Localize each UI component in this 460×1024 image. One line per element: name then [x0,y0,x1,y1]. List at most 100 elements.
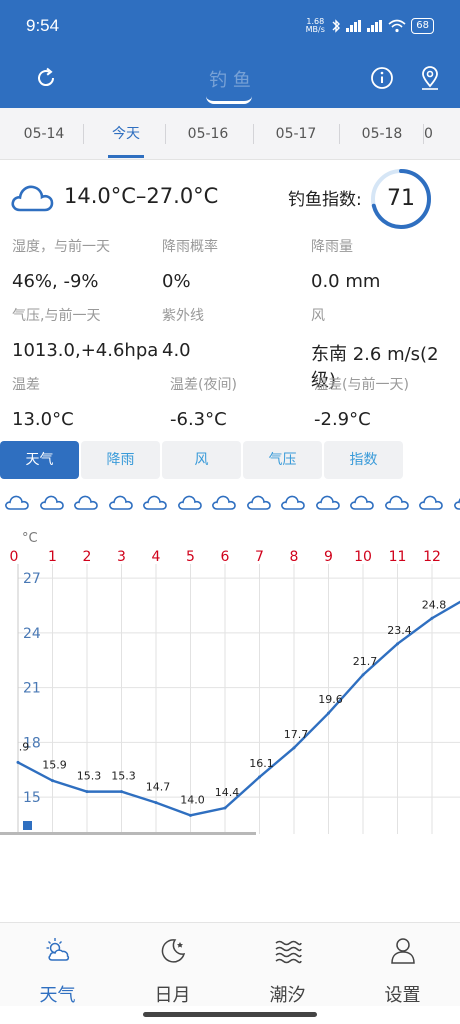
chart-data-label: 19.6 [318,693,343,706]
location-pin-icon [422,66,438,90]
chart-x-tick-label: 3 [117,549,126,565]
metric-label: 气压,与前一天 [12,308,101,324]
metric-label: 风 [311,308,325,324]
nav-label: 潮汐 [269,985,306,1006]
hourly-cloud-icon [212,495,236,510]
chart-data-point [154,801,158,805]
user-settings-icon [388,935,418,965]
nav-item-2[interactable]: 潮汐 [230,923,345,1007]
metric-value: 13.0°C [12,409,74,430]
app-header: 钓 鱼 [0,52,460,108]
bottom-navigation: 天气 日月 潮汐 设置 [0,922,460,1006]
tab-4[interactable]: 指数 [324,441,403,479]
hourly-cloud-icon [453,497,460,510]
hourly-cloud-icon [108,495,133,510]
metric-value: 46%, -9% [12,271,99,292]
nav-item-3[interactable]: 设置 [345,923,460,1007]
chart-x-tick-label: 10 [354,549,372,565]
weather-sun-cloud-icon [43,935,73,965]
status-bar: 9:54 1.68 MB/s 68 [0,0,460,52]
signal-icon [346,20,362,32]
temperature-chart: °C27242118150 1 2 3 4 5 6 7 8 9 10 11 12.915.915.3 15… [0,531,460,835]
hourly-cloud-icon [350,495,374,510]
metric-label: 降雨概率 [162,239,218,255]
chart-x-tick-label: 8 [290,549,299,565]
hourly-cloud-icon [39,495,64,510]
date-separator [165,124,166,144]
metric-label: 温差(与前一天) [314,377,409,393]
header-title: 钓 鱼 [209,70,251,91]
chart-x-tick-label: 11 [389,549,407,565]
chart-data-label: 15.3 [111,770,136,783]
chart-data-point [189,813,192,817]
nav-item-1[interactable]: 日月 [115,923,230,1007]
hourly-cloud-icon [143,495,167,510]
chart-legend-marker [23,821,32,830]
chart-data-point [396,642,399,646]
date-tab-1[interactable]: 今天 [84,108,168,160]
info-button[interactable] [364,60,400,96]
date-tab-2[interactable]: 05-16 [166,108,250,160]
hourly-cloud-icon [384,495,409,510]
chart-data-point [120,790,123,794]
chart-y-tick-label: 27 [23,571,41,587]
chart-data-point [51,779,54,783]
chart-data-label: 14.0 [180,793,205,806]
fishing-index-value: 71 [387,186,415,211]
chart-x-tick-label: 6 [221,549,230,565]
refresh-icon [38,67,55,87]
moon-icon [158,935,188,965]
cloud-icon [11,185,54,212]
tab-0[interactable]: 天气 [0,441,79,479]
tide-waves-icon [273,935,303,965]
tab-2[interactable]: 风 [162,441,241,479]
chart-data-label: 17.7 [284,728,309,741]
chart-data-point [292,746,296,750]
temperature-range: 14.0°C–27.0°C [64,184,219,208]
chart-scrollbar[interactable] [0,832,256,835]
chart-data-point [258,775,261,779]
hourly-cloud-icon [281,495,305,510]
date-tab-3[interactable]: 05-17 [254,108,338,160]
chart-data-label: .9 [19,740,30,753]
chart-tabs: 天气 降雨风气压 指数 [0,441,404,479]
chart-data-label: 15.9 [42,759,67,772]
top-app-bar: 9:54 1.68 MB/s 68 钓 鱼 [0,0,460,108]
metric-value: -6.3°C [170,409,227,430]
chart-x-tick-label: 0 [10,549,19,565]
date-tab-0[interactable]: 05-14 [2,108,86,160]
info-icon [371,67,393,89]
metric-value: 4.0 [162,340,191,361]
hourly-weather-icons [0,492,460,518]
bluetooth-icon [332,19,341,33]
metric-label: 湿度，与前一天 [12,239,110,255]
metric-value: -2.9°C [314,409,371,430]
hourly-cloud-icon [5,495,29,510]
tab-3[interactable]: 气压 [243,441,322,479]
chart-data-label: 16.1 [249,757,274,770]
chart-data-label: 21.7 [353,655,378,668]
chart-y-tick-label: 24 [23,626,41,642]
metric-label: 温差 [12,377,40,393]
chart-x-tick-label: 4 [152,549,161,565]
signal-icon [367,20,383,32]
hourly-cloud-icon [74,495,98,510]
chart-data-label: 14.7 [146,781,171,794]
metric-label: 温差(夜间) [170,377,237,393]
hourly-cloud-icon [246,495,271,510]
hourly-cloud-icon [419,495,443,510]
date-tab-5[interactable]: 0 [424,108,460,160]
refresh-button[interactable] [28,60,64,96]
nav-item-0[interactable]: 天气 [0,923,115,1007]
chart-data-label: 24.8 [422,598,447,611]
chart-data-point [361,673,365,677]
date-tab-4[interactable]: 05-18 [340,108,424,160]
chart-data-point [16,760,20,764]
chart-x-tick-label: 2 [83,549,92,565]
location-button[interactable] [412,60,448,96]
tab-1[interactable]: 降雨 [81,441,160,479]
status-icons: 1.68 MB/s 68 [304,18,434,34]
chart-y-tick-label: 15 [23,790,41,806]
fishing-index-label: 钓鱼指数: [288,190,362,210]
metric-value: 0% [162,271,191,292]
